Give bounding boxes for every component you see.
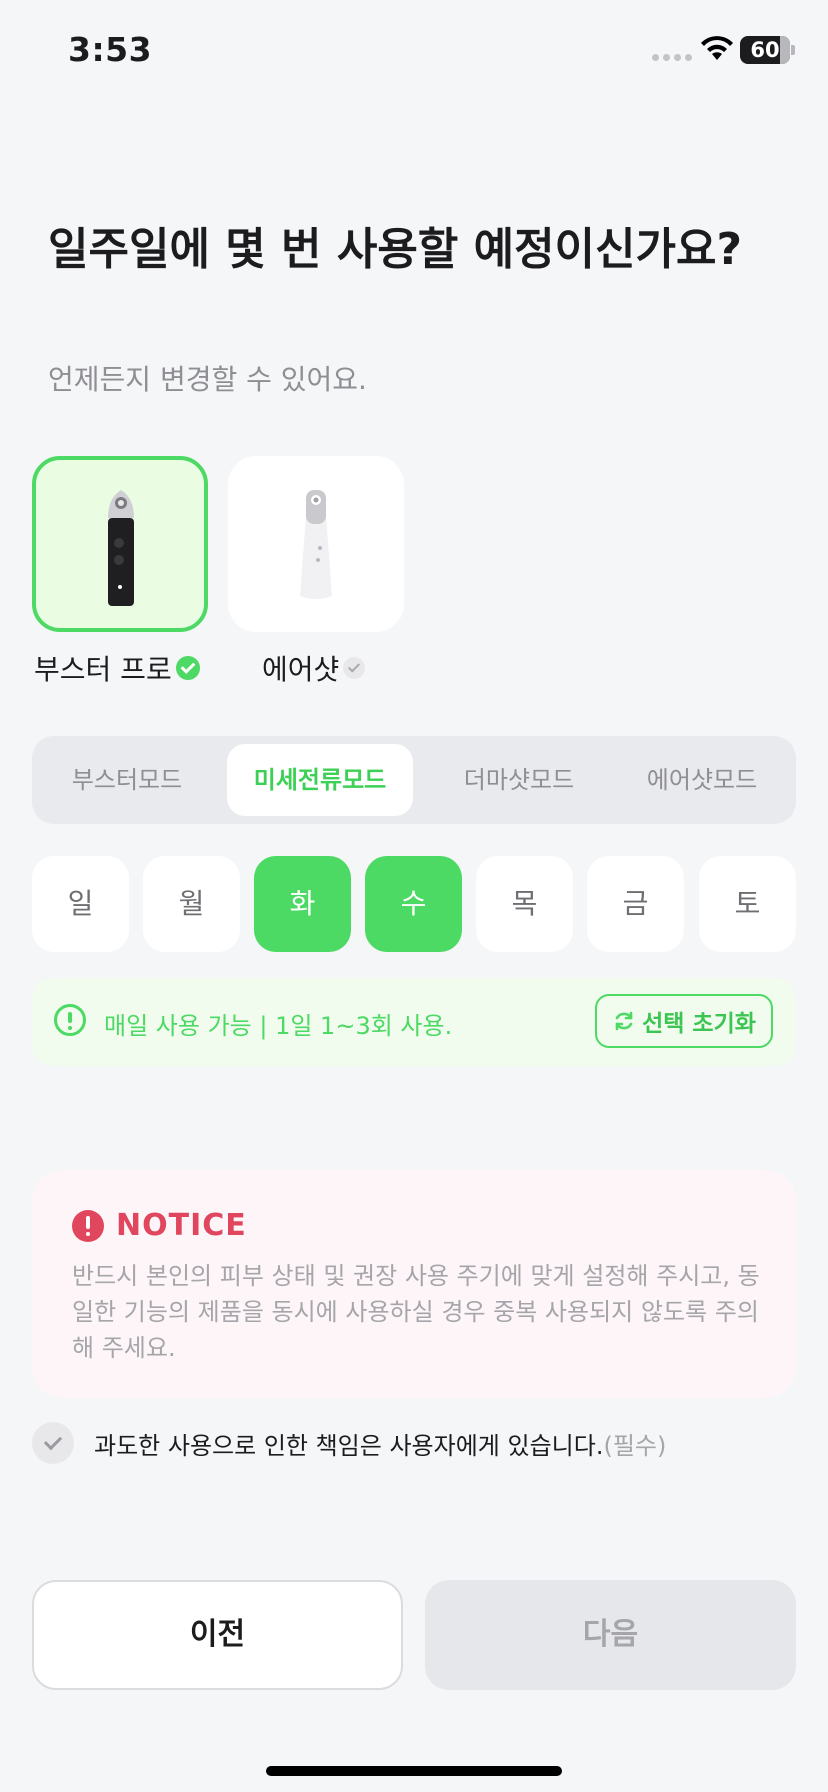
battery-level: 60 (750, 38, 780, 62)
battery-icon: 60 (740, 36, 790, 64)
day-button-mon[interactable]: 월 (143, 856, 240, 952)
airshot-device-icon (300, 490, 332, 599)
agreement-checkbox[interactable] (32, 1422, 74, 1464)
device-name: 부스터 프로 (34, 653, 172, 686)
status-bar: 3:53 60 (0, 0, 828, 100)
notice-body: 반드시 본인의 피부 상태 및 권장 사용 주기에 맞게 설정해 주시고, 동일… (72, 1262, 760, 1362)
day-button-fri[interactable]: 금 (587, 856, 684, 952)
day-button-sun[interactable]: 일 (32, 856, 129, 952)
device-label-booster-pro: 부스터 프로 (34, 648, 200, 688)
agreement-checkbox-row[interactable]: 과도한 사용으로 인한 책임은 사용자에게 있습니다. (필수) (32, 1422, 666, 1464)
cellular-signal-icon (652, 54, 692, 61)
reset-selection-button[interactable]: 선택 초기화 (595, 994, 773, 1048)
device-card-airshot[interactable] (228, 456, 404, 632)
usage-info-text: 매일 사용 가능 | 1일 1~3회 사용. (104, 1012, 453, 1040)
next-button[interactable]: 다음 (425, 1580, 796, 1690)
device-card-booster-pro[interactable] (32, 456, 208, 632)
page-title: 일주일에 몇 번 사용할 예정이신가요? (48, 224, 742, 275)
tab-airshot-mode[interactable]: 에어샷모드 (614, 744, 790, 816)
day-button-tue[interactable]: 화 (254, 856, 351, 952)
check-circle-icon (175, 656, 200, 680)
home-indicator (266, 1766, 562, 1776)
check-circle-icon (343, 657, 366, 679)
page-subtitle: 언제든지 변경할 수 있어요. (48, 363, 367, 396)
agreement-text: 과도한 사용으로 인한 책임은 사용자에게 있습니다. (94, 1431, 604, 1460)
battery-cap (791, 45, 795, 55)
day-button-thu[interactable]: 목 (476, 856, 573, 952)
notice-title: NOTICE (116, 1208, 247, 1243)
tab-booster-mode[interactable]: 부스터모드 (42, 744, 212, 816)
reset-selection-label: 선택 초기화 (642, 1011, 756, 1037)
refresh-icon (615, 1011, 633, 1031)
notice-card: NOTICE 반드시 본인의 피부 상태 및 권장 사용 주기에 맞게 설정해 … (32, 1170, 796, 1398)
booster-pro-device-icon (108, 490, 134, 606)
alert-circle-icon (72, 1210, 104, 1242)
agreement-required-label: (필수) (603, 1431, 667, 1460)
device-label-airshot: 에어샷 (262, 648, 366, 688)
status-time: 3:53 (68, 30, 153, 69)
device-name: 에어샷 (262, 653, 340, 686)
wifi-icon (701, 36, 733, 60)
previous-button[interactable]: 이전 (32, 1580, 403, 1690)
day-button-sat[interactable]: 토 (699, 856, 796, 952)
tab-dermashot-mode[interactable]: 더마샷모드 (430, 744, 608, 816)
day-button-wed[interactable]: 수 (365, 856, 462, 952)
tab-microcurrent-mode[interactable]: 미세전류모드 (227, 744, 413, 816)
mode-tab-bar: 부스터모드 미세전류모드 더마샷모드 에어샷모드 (32, 736, 796, 824)
exclamation-circle-icon (54, 1004, 86, 1036)
usage-info-bar: 매일 사용 가능 | 1일 1~3회 사용. 선택 초기화 (32, 978, 796, 1066)
